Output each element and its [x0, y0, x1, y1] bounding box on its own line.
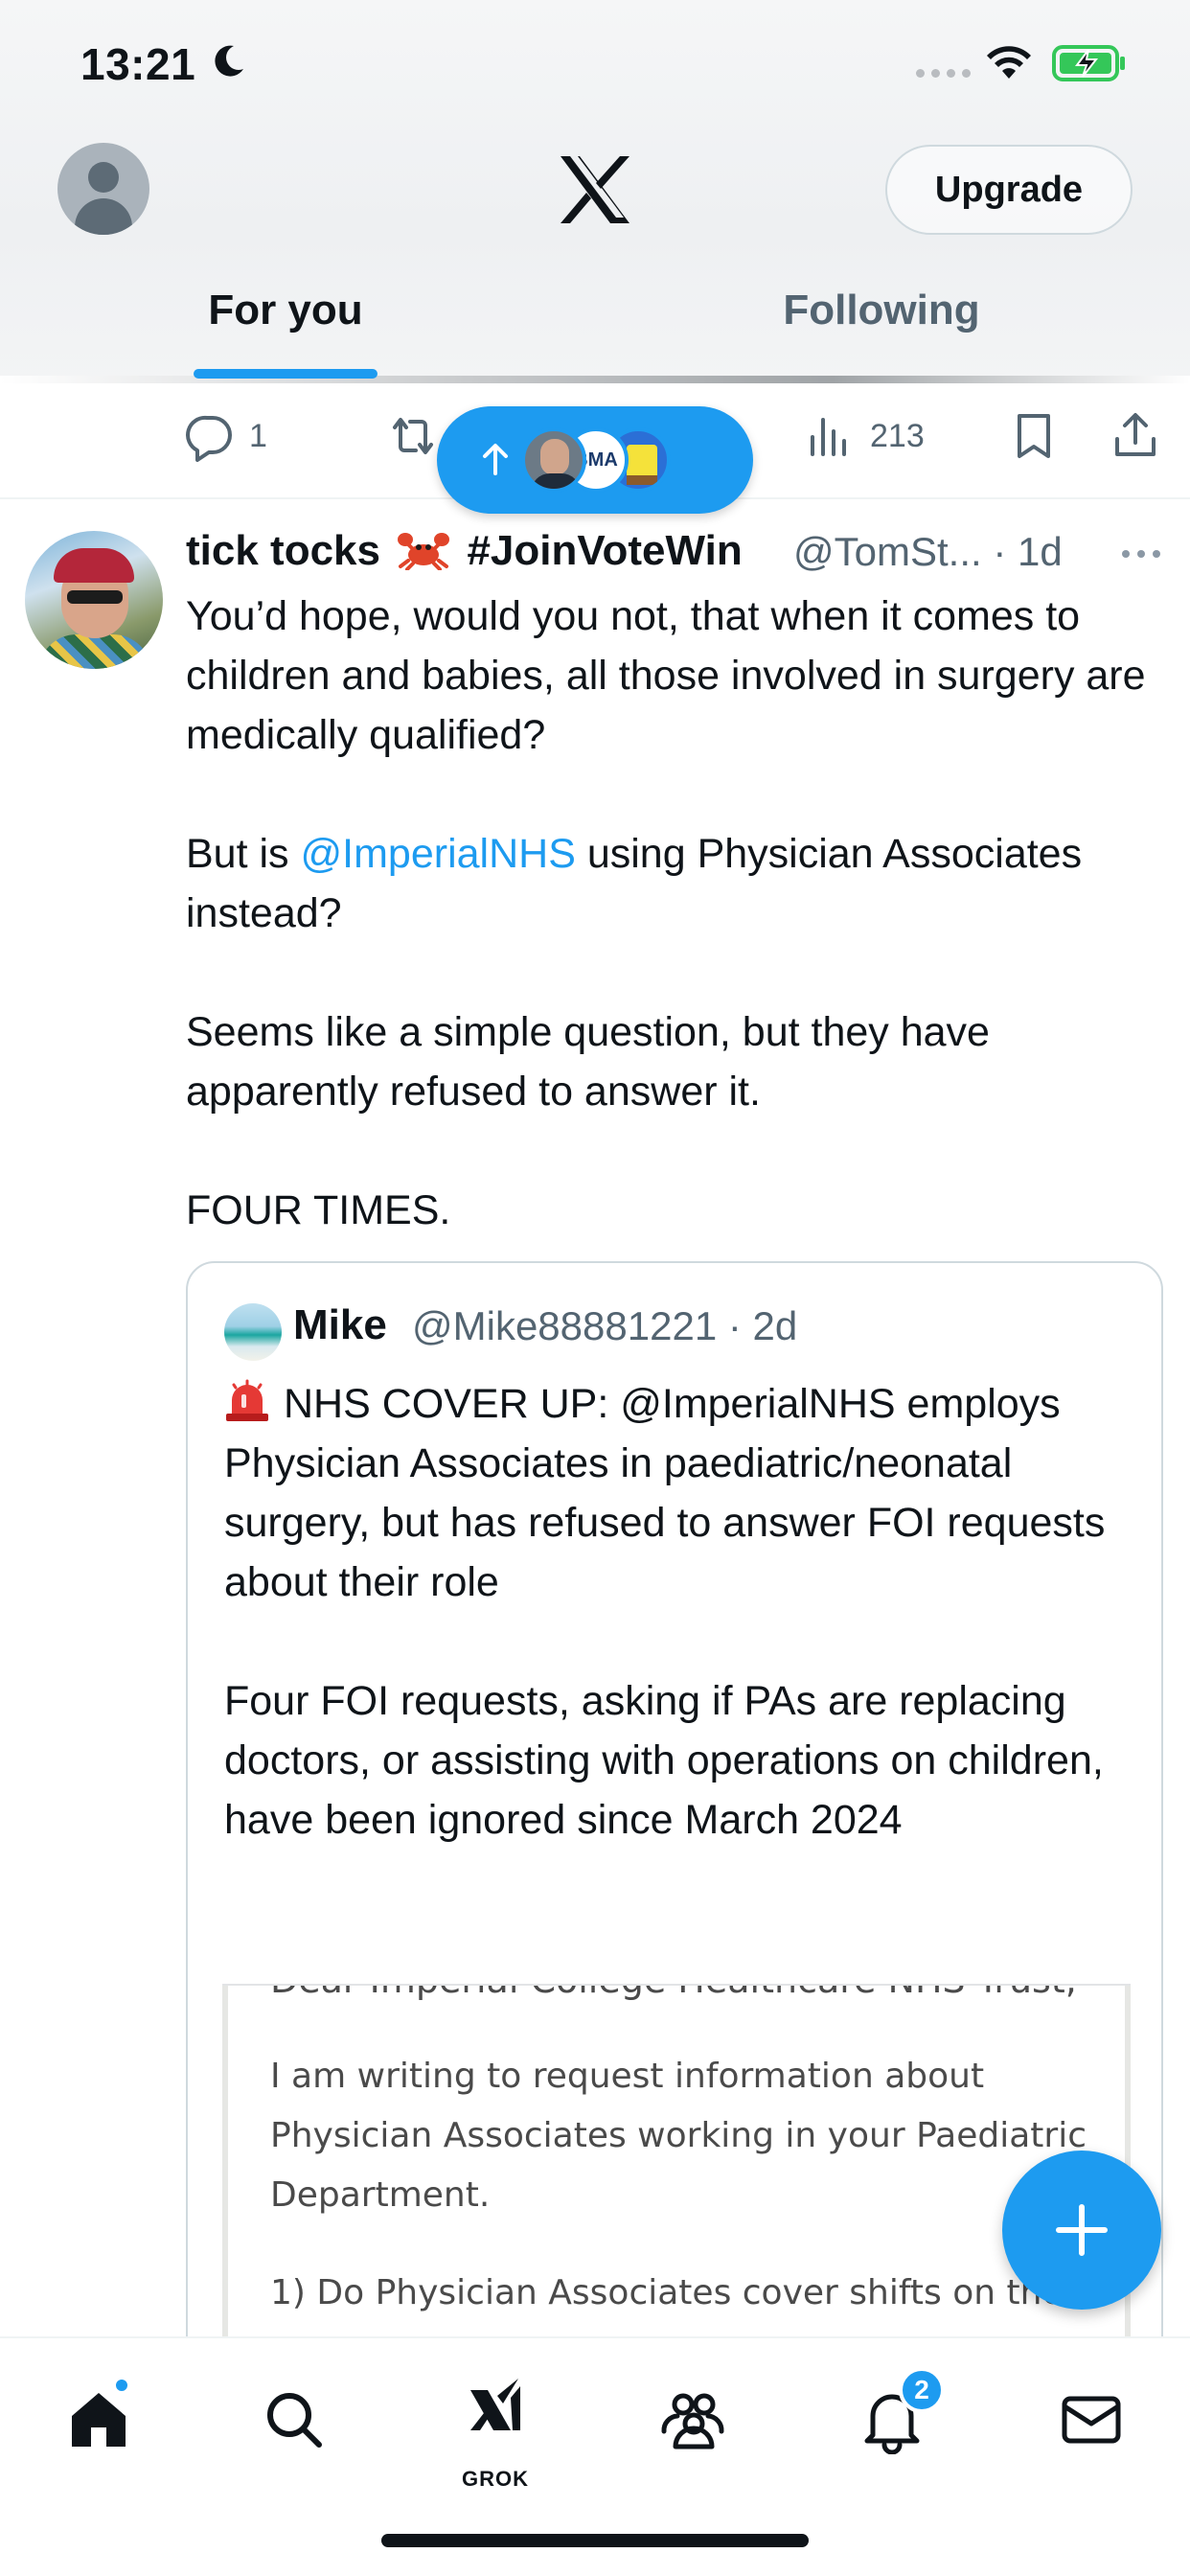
tweet-paragraph: FOUR TIMES. — [186, 1187, 451, 1233]
grok-icon — [470, 2379, 520, 2430]
letter-body: I am writing to request information abou… — [270, 2047, 1094, 2361]
mention-link[interactable]: @ImperialNHS — [301, 831, 576, 877]
tweet-paragraph: You’d hope, would you not, that when it … — [186, 593, 1146, 758]
search-icon — [267, 2393, 322, 2448]
tweet-paragraph: Seems like a simple question, but they h… — [186, 1009, 990, 1115]
messages-icon — [1062, 2396, 1121, 2444]
retweet-icon — [393, 418, 433, 454]
nav-notifications[interactable]: 2 — [839, 2367, 945, 2472]
letter-paragraph: 1) Do Physician Associates cover shifts … — [270, 2273, 1064, 2312]
share-button[interactable] — [1110, 410, 1161, 462]
quoted-author-handle-time: @Mike88881221 · 2d — [412, 1303, 798, 1348]
communities-icon — [661, 2393, 724, 2450]
share-icon — [1115, 413, 1156, 456]
plus-icon — [1056, 2204, 1108, 2256]
author-name-hashtag: #JoinVoteWin — [467, 527, 743, 574]
views-count: 213 — [870, 417, 925, 454]
letter-salutation: Dear Imperial College Healthcare NHS Tru… — [270, 1986, 1077, 2001]
home-icon — [72, 2393, 126, 2447]
quoted-paragraph: Four FOI requests, asking if PAs are rep… — [224, 1678, 1104, 1843]
quoted-author-name: Mike — [293, 1301, 387, 1348]
quoted-tweet-text: NHS COVER UP: @ImperialNHS employs Physi… — [224, 1374, 1134, 1909]
nav-search[interactable] — [241, 2367, 347, 2472]
reply-icon — [186, 415, 232, 462]
letter-paragraph: I am writing to request information abou… — [270, 2057, 1087, 2215]
reply-count: 1 — [249, 417, 267, 454]
nav-home[interactable] — [46, 2367, 151, 2472]
notifications-badge: 2 — [899, 2367, 945, 2413]
author-name-text: tick tocks — [186, 527, 380, 574]
tweet-header: tick tocks #JoinVoteWin @TomSt... · 1d — [186, 527, 1173, 585]
wifi-icon — [987, 46, 1031, 79]
home-indicator — [381, 2534, 809, 2547]
nav-grok[interactable]: GROK — [443, 2367, 548, 2491]
new-post-avatar — [521, 427, 586, 493]
moon-icon — [215, 45, 243, 77]
tweet[interactable]: tick tocks #JoinVoteWin @TomSt... · 1d Y… — [0, 500, 1190, 2411]
arrow-up-icon — [483, 444, 508, 475]
grok-label: GROK — [462, 2467, 529, 2491]
more-icon[interactable] — [1117, 535, 1165, 573]
nav-messages[interactable] — [1039, 2367, 1144, 2472]
quoted-author-avatar — [224, 1303, 282, 1361]
status-time: 13:21 — [80, 39, 196, 89]
views-icon — [811, 418, 846, 456]
active-tab-indicator — [194, 369, 378, 379]
new-posts-pill[interactable]: BMA — [437, 406, 753, 514]
compose-button[interactable] — [1002, 2150, 1161, 2310]
crab-icon — [396, 528, 451, 571]
nav-communities[interactable] — [640, 2367, 745, 2472]
upgrade-button[interactable]: Upgrade — [885, 145, 1133, 235]
status-bar: 13:21 — [0, 0, 1190, 129]
views-button[interactable]: 213 — [805, 410, 925, 462]
cellular-signal-icon — [916, 69, 971, 78]
tweet-paragraph-with-mention: But is @ImperialNHS using Physician Asso… — [186, 831, 1083, 936]
top-header: Upgrade For you Following — [0, 129, 1190, 381]
tab-for-you[interactable]: For you — [134, 283, 437, 379]
tweet-text: You’d hope, would you not, that when it … — [186, 586, 1154, 1240]
battery-icon — [1052, 45, 1125, 81]
retweet-button[interactable] — [387, 410, 439, 462]
bookmark-button[interactable] — [1008, 410, 1060, 462]
author-display-name[interactable]: tick tocks #JoinVoteWin — [186, 527, 743, 575]
author-avatar[interactable] — [25, 531, 163, 669]
reply-button[interactable]: 1 — [184, 410, 267, 462]
home-unread-dot — [113, 2377, 130, 2394]
siren-icon — [224, 1379, 270, 1423]
x-logo-icon[interactable] — [557, 154, 633, 225]
tab-following[interactable]: Following — [728, 283, 1035, 379]
profile-avatar-button[interactable] — [57, 143, 149, 235]
quoted-paragraph: NHS COVER UP: @ImperialNHS employs Physi… — [224, 1379, 1106, 1605]
bookmark-icon — [1018, 414, 1050, 458]
author-handle-time[interactable]: @TomSt... · 1d — [793, 529, 1063, 575]
